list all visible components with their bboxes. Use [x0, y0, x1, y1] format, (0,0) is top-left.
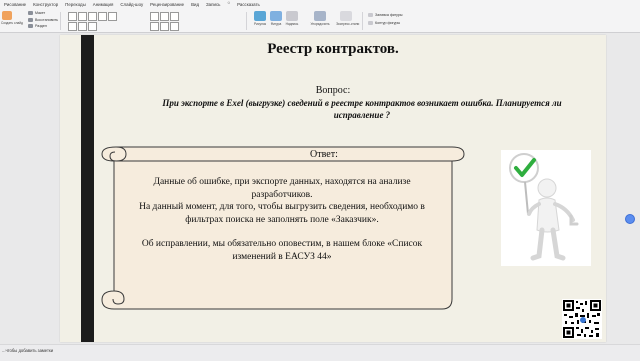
reset-button[interactable]: Восстановить	[28, 17, 59, 22]
lightbulb-icon: ○	[227, 0, 231, 5]
ribbon-tab[interactable]: Рассказать	[237, 0, 260, 9]
picture-icon	[254, 11, 266, 21]
checkmark-sign-figure-image[interactable]	[501, 150, 591, 266]
question-text[interactable]: При экспорте в Exel (выгрузке) сведений …	[152, 97, 572, 121]
ribbon-tabs: Рисование Конструктор Переходы Анимация Слай…	[0, 0, 260, 9]
textbox-label: Надпись	[285, 22, 299, 26]
bold-button[interactable]	[88, 12, 97, 21]
clear-format-button[interactable]	[88, 22, 97, 31]
ribbon-tab[interactable]: Конструктор	[33, 0, 58, 9]
scroll-handle[interactable]	[625, 214, 635, 224]
checkmark-sign-figure-icon	[509, 153, 579, 261]
qr-code-image[interactable]	[562, 299, 602, 339]
font-name-box[interactable]	[68, 12, 77, 21]
question-label[interactable]: Вопрос:	[60, 85, 606, 96]
divider	[246, 12, 247, 30]
shape-outline-label: Контур фигуры	[375, 21, 401, 25]
divider	[60, 12, 61, 30]
layout-label: Макет	[35, 11, 46, 15]
notes-bar[interactable]: ...чтобы добавить заметки	[0, 344, 640, 361]
quick-styles-label: Экспресс-стили	[336, 22, 360, 26]
arrange-icon	[314, 11, 326, 21]
divider	[362, 12, 363, 30]
section-button[interactable]: Раздел	[28, 24, 47, 28]
slide-canvas[interactable]: Реестр контрактов. Вопрос: При экспорте …	[60, 35, 606, 342]
answer-text[interactable]: Данные об ошибке, при экспорте данных, н…	[132, 176, 432, 263]
ribbon-tab[interactable]: Вид	[191, 0, 199, 9]
textbox-icon	[286, 11, 298, 21]
reset-icon	[28, 17, 33, 22]
underline-button[interactable]	[108, 12, 117, 21]
fill-icon	[368, 13, 373, 17]
bullets-button[interactable]	[150, 12, 159, 21]
indent-button[interactable]	[170, 12, 179, 21]
qr-code-icon	[562, 299, 602, 339]
reset-label: Восстановить	[35, 17, 59, 22]
answer-paragraph-2: На данный момент, для того, чтобы выгруз…	[139, 202, 425, 225]
ribbon-tab[interactable]: Рисование	[4, 0, 26, 9]
answer-paragraph-3: Об исправлении, мы обязательно оповестим…	[141, 239, 423, 262]
italic-button[interactable]	[98, 12, 107, 21]
ribbon-tab[interactable]: Анимация	[93, 0, 114, 9]
numbering-button[interactable]	[160, 12, 169, 21]
ribbon-tab[interactable]: Запись	[206, 0, 220, 9]
shape-outline-button[interactable]: Контур фигуры	[368, 21, 400, 25]
layout-icon	[28, 11, 33, 15]
picture-label: Рисунок	[253, 22, 267, 26]
outline-icon	[368, 21, 373, 25]
new-slide-icon	[2, 11, 12, 20]
font-size-box[interactable]	[78, 12, 87, 21]
align-center-button[interactable]	[160, 22, 169, 31]
slide-title[interactable]: Реестр контрактов.	[60, 41, 606, 58]
ribbon-tab[interactable]: Переходы	[65, 0, 86, 9]
arrange-label: Упорядочить	[310, 22, 330, 26]
shape-label: Фигура	[270, 22, 282, 26]
answer-label[interactable]: Ответ:	[310, 149, 338, 160]
ribbon: Рисование Конструктор Переходы Анимация Слай…	[0, 0, 640, 33]
shape-fill-button[interactable]: Заливка фигуры	[368, 13, 402, 17]
align-right-button[interactable]	[170, 22, 179, 31]
font-color-button[interactable]	[68, 22, 77, 31]
notes-hint: ...чтобы добавить заметки	[2, 348, 54, 353]
answer-paragraph-1: Данные об ошибке, при экспорте данных, н…	[153, 177, 411, 200]
shape-icon	[270, 11, 282, 21]
ribbon-tab[interactable]: Рецензирование	[150, 0, 184, 9]
new-slide-label: Создать слайд	[1, 21, 23, 25]
ribbon-toolbar: Создать слайд Макет Восстановить Раздел	[0, 10, 640, 32]
align-left-button[interactable]	[150, 22, 159, 31]
section-label: Раздел	[35, 24, 47, 28]
layout-button[interactable]: Макет	[28, 11, 45, 15]
shape-fill-label: Заливка фигуры	[375, 13, 403, 17]
quick-styles-icon	[340, 11, 352, 21]
left-accent-bar	[81, 35, 94, 342]
highlight-button[interactable]	[78, 22, 87, 31]
ribbon-tab[interactable]: Слайд-шоу	[120, 0, 143, 9]
section-icon	[28, 24, 33, 28]
